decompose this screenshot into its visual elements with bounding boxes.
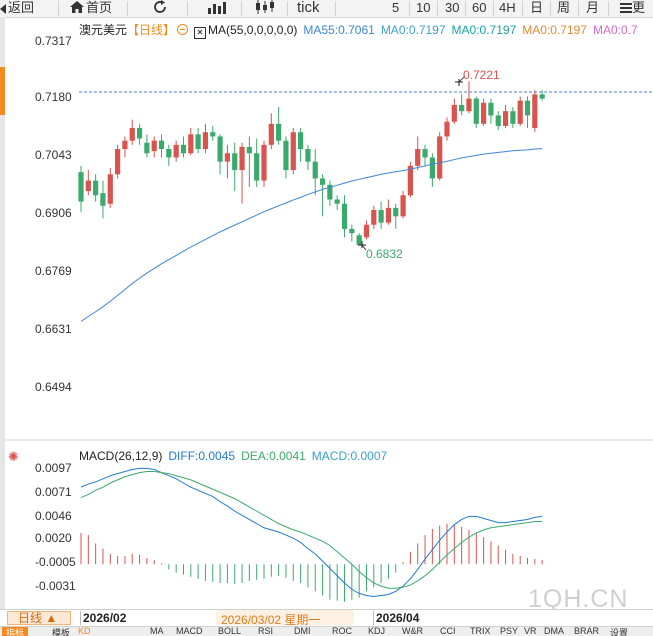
sun-icon[interactable]: ✺ (8, 449, 19, 465)
candle-body (202, 132, 209, 150)
diff-value: DIFF:0.0045 (168, 449, 236, 463)
candle-body (151, 140, 157, 152)
candle-body (539, 94, 545, 99)
candle-body (232, 153, 238, 171)
candle-body (144, 142, 150, 154)
macd-tick-label: -0.0005 (35, 555, 76, 569)
macd-tick-label: -0.0031 (35, 579, 76, 593)
candle-body (158, 140, 165, 150)
candle-body (246, 146, 252, 154)
candle-body (407, 165, 413, 196)
candle-body (502, 111, 509, 126)
diff-line (80, 467, 543, 598)
candle-body (217, 136, 223, 162)
price-chart[interactable] (0, 0, 653, 610)
candle-body (107, 174, 113, 204)
candle-body (378, 210, 384, 223)
date-label: 2026/02 (83, 611, 127, 625)
candle-body (473, 98, 479, 124)
low-annotation: 0.6832 (366, 247, 403, 261)
macd-tick-label: 0.0071 (35, 485, 72, 499)
candle-body (298, 132, 304, 150)
candle-body (488, 102, 494, 116)
candle-body (283, 140, 289, 171)
period-selector[interactable]: 日线 ▲ (7, 611, 71, 625)
candle-body (451, 104, 457, 122)
candle-body (239, 146, 245, 171)
candle-body (466, 98, 472, 112)
candle-body (459, 104, 465, 112)
macd-info-bar: ✺ MACD(26,12,9) DIFF:0.0045 DEA:0.0041 MACD… (8, 449, 393, 465)
macd-title: MACD(26,12,9) (79, 449, 163, 463)
candle-body (195, 134, 201, 150)
candle-body (210, 132, 216, 137)
candle-body (85, 180, 91, 192)
candle-body (524, 100, 531, 116)
macd-tick-label: 0.0046 (35, 509, 72, 523)
candle-body (415, 149, 421, 166)
macd-value: MACD:0.0007 (311, 449, 388, 463)
candle-body (495, 115, 501, 126)
candle-body (122, 140, 128, 150)
candle-body (100, 193, 106, 206)
high-annotation: 0.7221 (463, 68, 500, 82)
candle-body (532, 94, 538, 129)
dea-value: DEA:0.0041 (241, 449, 306, 463)
candle-body (393, 207, 399, 217)
candle-body (305, 149, 311, 162)
candle-body (173, 144, 179, 158)
candle-body (422, 149, 428, 158)
candle-body (517, 100, 523, 124)
candle-body (371, 210, 377, 225)
candle-body (349, 228, 355, 234)
candle-body (276, 123, 282, 141)
candle-body (341, 203, 348, 229)
dea-line (80, 471, 543, 589)
candle-body (312, 161, 318, 179)
candle-body (290, 132, 296, 171)
tick-mark (80, 611, 81, 625)
candle-body (356, 235, 362, 245)
candle-body (180, 144, 187, 154)
candle-body (188, 134, 194, 154)
candle-body (400, 195, 406, 217)
candle-body (268, 123, 274, 145)
macd-tick-label: 0.0097 (35, 461, 72, 475)
tick-mark (373, 611, 374, 625)
date-axis: 日线 ▲ 2026/02 2026/03/02 星期一 2026/04 (0, 609, 653, 627)
candle-body (224, 153, 230, 162)
macd-tick-label: 0.0020 (35, 531, 72, 545)
candle-body (385, 207, 392, 223)
candle-body (481, 102, 487, 124)
candle-body (444, 121, 450, 137)
candle-body (510, 111, 516, 124)
candle-body (115, 149, 121, 175)
candle-body (437, 136, 443, 179)
candle-body (334, 199, 340, 204)
candle-body (429, 157, 435, 179)
candle-body (129, 128, 135, 141)
candle-body (136, 128, 143, 139)
candle-body (78, 172, 84, 202)
ma55-line (80, 148, 543, 322)
date-label: 2026/04 (376, 611, 420, 625)
candle-body (363, 224, 370, 238)
candle-body (261, 144, 267, 181)
candle-series (78, 81, 545, 245)
candle-body (254, 153, 260, 181)
candle-body (93, 180, 99, 196)
candle-body (166, 149, 172, 158)
candle-body (319, 178, 326, 185)
